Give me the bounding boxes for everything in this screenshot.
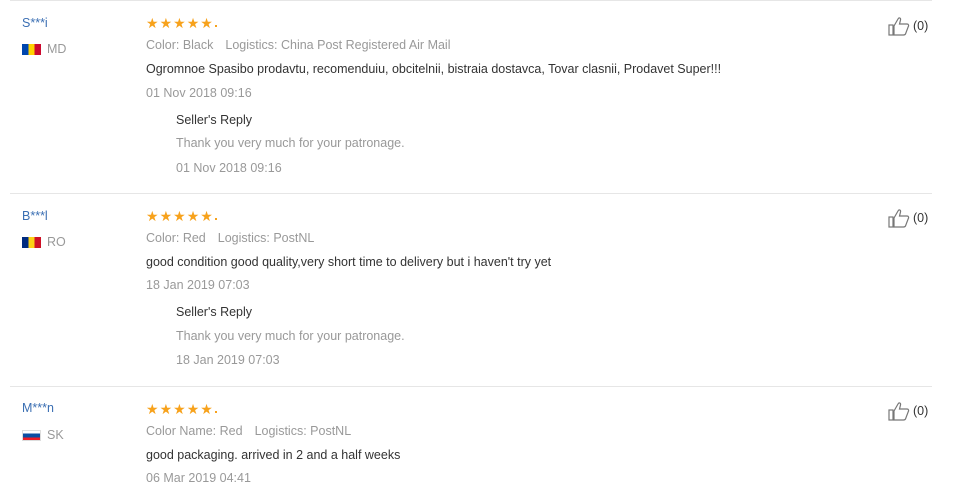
seller-reply-date: 01 Nov 2018 09:16 [176,161,282,175]
country-code: RO [47,235,66,249]
reviewer-name[interactable]: M***n [22,401,54,415]
review-text: Ogromnoe Spasibo prodavtu, recomenduiu, … [146,62,722,76]
star-icon: ★ [173,208,186,224]
color-label: Color: Red [146,231,206,245]
seller-reply-text: Thank you very much for your patronage. [176,329,405,343]
country-code: SK [47,428,64,442]
review-text: good condition good quality,very short t… [146,255,552,269]
review-date: 18 Jan 2019 07:03 [146,278,250,292]
thumbs-up-icon [888,209,910,228]
star-icon: ★ [146,15,159,31]
helpful-count: (0) [913,404,929,418]
helpful-count: (0) [913,19,929,33]
order-info: Color Name: Red Logistics: PostNL [146,424,351,438]
seller-reply-title: Seller's Reply [176,305,253,319]
star-dot [214,25,217,27]
flag-sk-icon [22,429,41,441]
star-dot [214,411,217,413]
separator [10,0,932,1]
review-date: 01 Nov 2018 09:16 [146,86,252,100]
logistics-label: Logistics: China Post Registered Air Mai… [225,38,451,52]
seller-reply-title: Seller's Reply [176,113,253,127]
thumbs-up-icon [888,402,910,421]
flag-ro-icon [22,236,41,248]
thumbs-up-icon [888,17,910,36]
star-icon: ★ [173,15,186,31]
reviewer-country: MD [22,42,66,56]
star-icon: ★ [159,401,173,417]
order-info: Color: Red Logistics: PostNL [146,231,314,245]
reviewer-name[interactable]: S***i [22,16,48,30]
logistics-label: Logistics: PostNL [217,231,315,245]
helpful-button[interactable]: (0) [888,208,928,228]
star-rating: ★ ★ ★ ★ ★ [146,16,217,30]
star-rating: ★ ★ ★ ★ ★ [146,209,217,223]
star-icon: ★ [146,401,159,417]
reviewer-country: RO [22,235,66,249]
star-icon: ★ [173,401,186,417]
flag-md-icon [22,43,41,55]
country-code: MD [47,42,67,56]
reviewer-name[interactable]: B***l [22,209,48,223]
helpful-button[interactable]: (0) [888,16,928,36]
review-text: good packaging. arrived in 2 and a half … [146,448,401,462]
seller-reply-date: 18 Jan 2019 07:03 [176,353,280,367]
separator [10,193,932,194]
star-icon: ★ [146,208,159,224]
star-dot [214,218,217,220]
logistics-label: Logistics: PostNL [254,424,352,438]
star-icon: ★ [159,208,173,224]
seller-reply-text: Thank you very much for your patronage. [176,136,405,150]
color-label: Color: Black [146,38,214,52]
helpful-count: (0) [913,211,929,225]
separator [10,386,932,387]
star-icon: ★ [200,208,213,224]
star-icon: ★ [159,15,173,31]
reviewer-country: SK [22,428,64,442]
order-info: Color: Black Logistics: China Post Regist… [146,38,451,52]
star-icon: ★ [186,401,200,417]
color-label: Color Name: Red [146,424,243,438]
star-icon: ★ [186,208,200,224]
helpful-button[interactable]: (0) [888,401,928,421]
star-icon: ★ [200,401,213,417]
review-date: 06 Mar 2019 04:41 [146,471,251,485]
star-icon: ★ [186,15,200,31]
star-rating: ★ ★ ★ ★ ★ [146,402,217,416]
star-icon: ★ [200,15,213,31]
